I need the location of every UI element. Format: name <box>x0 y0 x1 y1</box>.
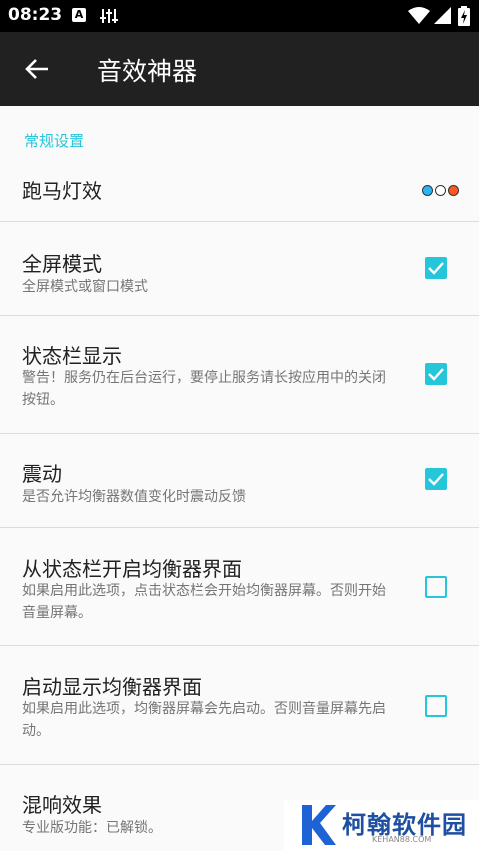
setting-subtitle: 如果启用此选项，均衡器屏幕会先启动。否则音量屏幕先启动。 <box>22 701 386 739</box>
setting-fullscreen[interactable]: 全屏模式 全屏模式或窗口模式 <box>0 222 479 316</box>
check-icon <box>428 473 444 486</box>
color-dots-icon[interactable] <box>420 181 459 200</box>
launch-eq-checkbox[interactable] <box>425 695 447 717</box>
setting-title: 震动 <box>22 462 62 486</box>
setting-statusbar[interactable]: 状态栏显示 警告！服务仍在后台运行，要停止服务请长按应用中的关闭按钮。 <box>0 316 479 434</box>
setting-title: 从状态栏开启均衡器界面 <box>22 557 242 581</box>
arrow-back-icon[interactable] <box>24 56 50 82</box>
watermark-sub: KEHAN88.COM <box>372 835 432 844</box>
status-bar: 08:23 A <box>0 0 479 32</box>
setting-vibrate[interactable]: 震动 是否允许均衡器数值变化时震动反馈 <box>0 434 479 528</box>
setting-title: 全屏模式 <box>22 252 102 276</box>
notification-a-icon: A <box>72 8 86 22</box>
vibrate-checkbox[interactable] <box>425 468 447 490</box>
setting-subtitle: 是否允许均衡器数值变化时震动反馈 <box>22 489 246 505</box>
setting-subtitle: 全屏模式或窗口模式 <box>22 279 148 295</box>
signal-icon <box>434 7 451 24</box>
setting-title: 启动显示均衡器界面 <box>22 675 202 699</box>
check-icon <box>428 368 444 381</box>
section-header: 常规设置 <box>24 132 85 150</box>
setting-subtitle: 如果启用此选项，点击状态栏会开始均衡器屏幕。否则开始音量屏幕。 <box>22 583 386 621</box>
settings-list: 常规设置 跑马灯效 全屏模式 全屏模式或窗口模式 状态栏显示 警告！服务仍在后台… <box>0 106 479 851</box>
equalizer-icon <box>100 9 118 23</box>
status-time: 08:23 <box>8 5 63 25</box>
page-title: 音效神器 <box>97 57 198 86</box>
open-eq-checkbox[interactable] <box>425 576 447 598</box>
setting-open-eq-from-statusbar[interactable]: 从状态栏开启均衡器界面 如果启用此选项，点击状态栏会开始均衡器屏幕。否则开始音量… <box>0 528 479 646</box>
statusbar-checkbox[interactable] <box>425 363 447 385</box>
wifi-icon <box>408 7 430 24</box>
setting-title: 状态栏显示 <box>22 344 122 368</box>
setting-title: 跑马灯效 <box>22 179 102 203</box>
setting-marquee[interactable]: 跑马灯效 <box>0 155 479 222</box>
watermark: 柯翰软件园 KEHAN88.COM <box>284 800 479 851</box>
setting-subtitle: 警告！服务仍在后台运行，要停止服务请长按应用中的关闭按钮。 <box>22 370 386 408</box>
watermark-logo-icon <box>302 805 336 845</box>
setting-title: 混响效果 <box>22 793 102 817</box>
battery-icon <box>458 6 470 26</box>
fullscreen-checkbox[interactable] <box>425 257 447 279</box>
app-bar: 音效神器 <box>0 32 479 106</box>
check-icon <box>428 262 444 275</box>
setting-launch-eq[interactable]: 启动显示均衡器界面 如果启用此选项，均衡器屏幕会先启动。否则音量屏幕先启动。 <box>0 646 479 765</box>
